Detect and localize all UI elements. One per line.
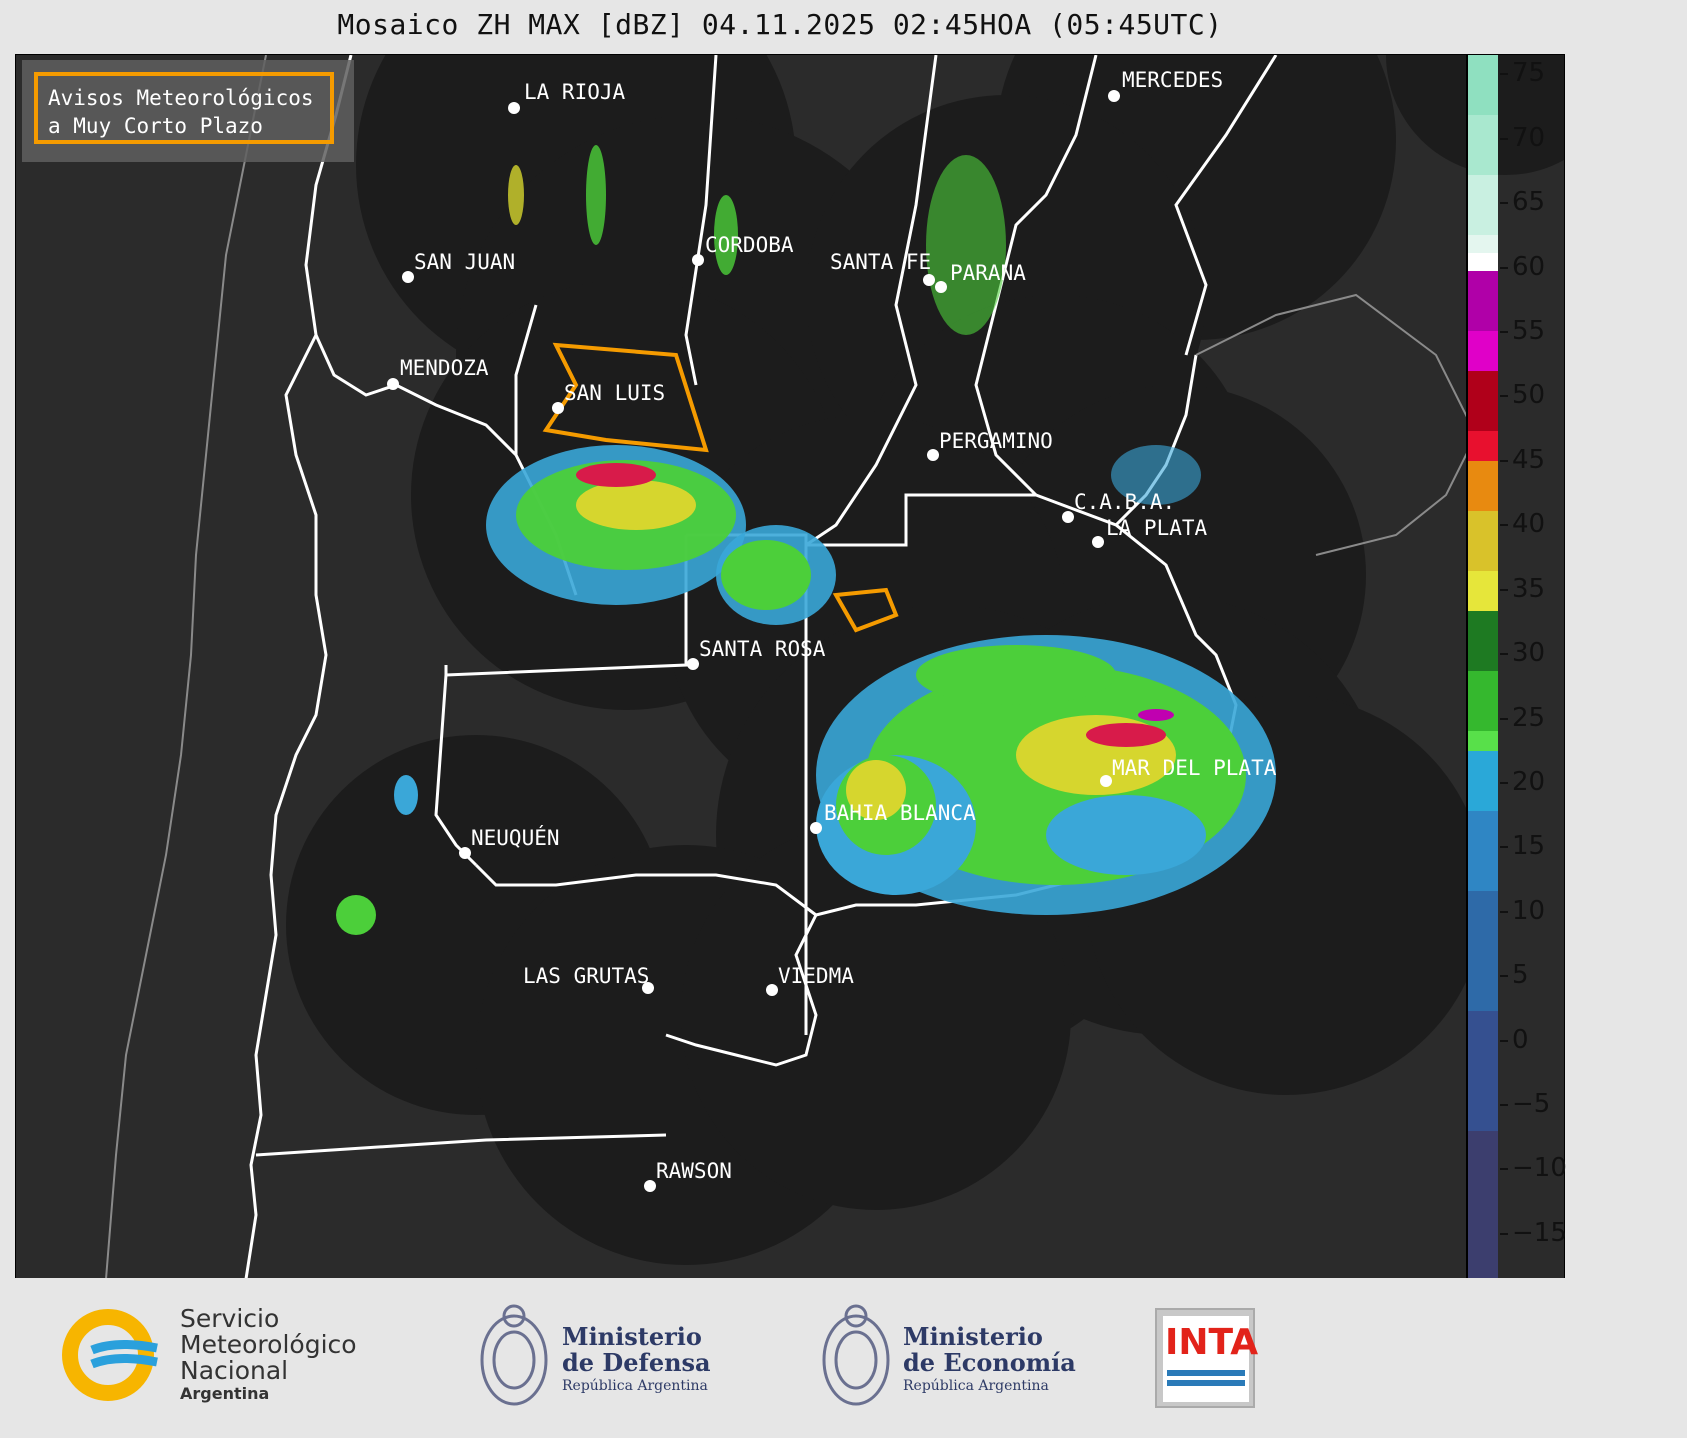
colorbar-tick-label: 20 (1512, 766, 1546, 797)
smn-logo-icon (62, 1309, 158, 1401)
city-label: MERCEDES (1122, 68, 1223, 92)
defensa-line-2: de Defensa (562, 1348, 711, 1377)
colorbar-tick-mark (1500, 588, 1508, 591)
colorbar-tick-label: 0 (1512, 1024, 1529, 1055)
colorbar-tick-mark (1500, 653, 1508, 656)
city-label: MENDOZA (400, 356, 489, 380)
economia-line-3: República Argentina (903, 1378, 1049, 1394)
colorbar-tick-mark (1500, 910, 1508, 913)
coat-of-arms-icon (822, 1304, 890, 1406)
map-title: Mosaico ZH MAX [dBZ] 04.11.2025 02:45HOA… (337, 8, 1223, 41)
colorbar-tick-mark (1500, 781, 1508, 784)
city-label: C.A.B.A. (1074, 490, 1175, 514)
smn-line-3: Nacional (180, 1356, 289, 1385)
city-label: MAR DEL PLATA (1112, 756, 1277, 780)
colorbar-tick-mark (1500, 202, 1508, 205)
economia-line-2: de Economía (903, 1348, 1076, 1377)
city-label: LA RIOJA (524, 80, 626, 104)
colorbar-tick-label: 55 (1512, 316, 1546, 346)
colorbar-tick-mark (1500, 1104, 1508, 1107)
colorbar-tick-label: 45 (1512, 444, 1546, 475)
colorbar-tick-mark (1500, 524, 1508, 527)
inta-label: INTA (1165, 1322, 1259, 1363)
warning-legend: Avisos Meteorológicos a Muy Corto Plazo (34, 72, 334, 144)
colorbar-tick-mark (1500, 717, 1508, 720)
smn-line-4: Argentina (180, 1384, 270, 1403)
colorbar-tick-label: 65 (1512, 187, 1546, 218)
colorbar-tick-label: −5 (1512, 1089, 1551, 1120)
footer: Servicio Meteorológico Nacional Argentin… (0, 1278, 1687, 1438)
colorbar-tick-label: 60 (1512, 251, 1546, 282)
colorbar-tick-mark (1500, 1039, 1508, 1042)
city-label: RAWSON (656, 1159, 732, 1183)
economia-line-1: Ministerio (903, 1322, 1043, 1351)
colorbar-tick-label: 35 (1512, 573, 1546, 604)
colorbar-tick-mark (1500, 1168, 1508, 1171)
city-label: PARANA (950, 261, 1026, 285)
colorbar-tick-label: 40 (1512, 509, 1546, 540)
defensa-line-3: República Argentina (562, 1378, 708, 1394)
colorbar-tick-mark (1500, 266, 1508, 269)
city-label: LAS GRUTAS (523, 964, 649, 988)
city-label: CORDOBA (705, 233, 794, 257)
colorbar-tick-mark (1500, 395, 1508, 398)
colorbar-tick-label: 50 (1512, 380, 1546, 411)
colorbar-tick-mark (1500, 137, 1508, 140)
city-label: PERGAMINO (939, 429, 1053, 453)
city-label: VIEDMA (778, 964, 854, 988)
colorbar-tick-label: 10 (1512, 895, 1546, 926)
colorbar-tick-label: 30 (1512, 638, 1546, 669)
city-label: SANTA ROSA (699, 637, 826, 661)
colorbar-tick-mark (1500, 975, 1508, 978)
radar-map[interactable]: LA RIOJA MERCEDES SAN JUAN CORDOBA SANTA… (15, 54, 1565, 1280)
colorbar-tick-label: 25 (1512, 702, 1546, 733)
colorbar-tick-label: −15 (1512, 1217, 1567, 1248)
city-label: LA PLATA (1106, 516, 1208, 540)
colorbar (1466, 55, 1498, 1279)
smn-name: Servicio Meteorológico Nacional Argentin… (180, 1306, 357, 1404)
colorbar-tick-label: −10 (1512, 1153, 1567, 1184)
colorbar-tick-mark (1500, 846, 1508, 849)
colorbar-tick-mark (1500, 331, 1508, 333)
colorbar-tick-mark (1500, 1232, 1508, 1235)
colorbar-tick-label: 5 (1512, 960, 1529, 991)
inta-logo: INTA (1155, 1308, 1259, 1408)
economia-text: Ministerio de Economía República Argenti… (903, 1324, 1076, 1396)
colorbar-tick-label: 70 (1512, 122, 1546, 153)
coat-of-arms-icon (480, 1304, 548, 1406)
smn-line-1: Servicio (180, 1304, 280, 1333)
legend-line-1: Avisos Meteorológicos (48, 86, 314, 110)
defensa-text: Ministerio de Defensa República Argentin… (562, 1324, 711, 1396)
defensa-line-1: Ministerio (562, 1322, 702, 1351)
smn-line-2: Meteorológico (180, 1330, 357, 1359)
radar-map-canvas: LA RIOJA MERCEDES SAN JUAN CORDOBA SANTA… (105, 55, 1564, 1279)
colorbar-tick-mark (1500, 73, 1508, 76)
city-label: SANTA FE (830, 250, 931, 274)
colorbar-tick-label: 15 (1512, 831, 1546, 862)
city-label: SAN JUAN (414, 250, 515, 274)
legend-line-2: a Muy Corto Plazo (48, 114, 263, 138)
city-label: NEUQUÉN (471, 825, 560, 850)
city-label: SAN LUIS (564, 381, 665, 405)
colorbar-tick-label: 75 (1512, 58, 1546, 89)
colorbar-tick-mark (1500, 459, 1508, 462)
city-label: BAHIA BLANCA (824, 801, 976, 825)
